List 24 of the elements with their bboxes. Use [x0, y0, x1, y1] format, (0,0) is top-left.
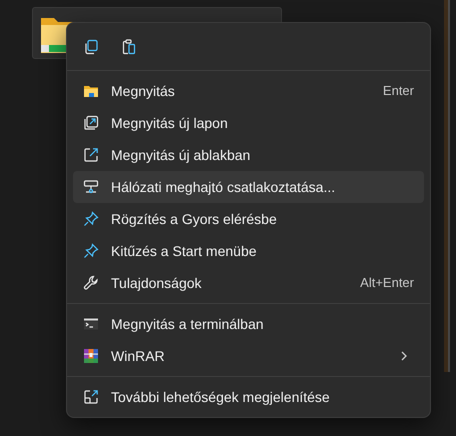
menu-item[interactable]: Megnyitás a terminálban — [73, 308, 424, 340]
terminal-icon — [83, 316, 99, 332]
menu-item[interactable]: Rögzítés a Gyors elérésbe — [73, 203, 424, 235]
paste-icon — [121, 38, 137, 54]
wrench-icon — [83, 275, 99, 291]
menu-item[interactable]: Hálózati meghajtó csatlakoztatása... — [73, 171, 424, 203]
menu-item[interactable]: Megnyitás új ablakban — [73, 139, 424, 171]
shortcut-label: Alt+Enter — [360, 274, 414, 292]
pin-icon — [83, 211, 99, 227]
menu-item[interactable]: További lehetőségek megjelenítése — [73, 381, 424, 413]
menu-item[interactable]: Megnyitás új lapon — [73, 107, 424, 139]
archive-books-icon — [83, 348, 99, 364]
new-tab-icon — [83, 115, 99, 131]
pin-icon — [83, 243, 99, 259]
more-options-icon — [83, 389, 99, 405]
menu-item[interactable]: WinRAR — [73, 340, 424, 372]
menu-item[interactable]: Megnyitás Enter — [73, 75, 424, 107]
open-external-icon — [83, 147, 99, 163]
copy-icon — [83, 38, 99, 54]
folder-icon — [83, 83, 99, 99]
network-drive-icon — [83, 179, 99, 195]
shortcut-label: Enter — [382, 82, 414, 100]
menu-item[interactable]: Kitűzés a Start menübe — [73, 235, 424, 267]
menu-item[interactable]: Tulajdonságok Alt+Enter — [73, 267, 424, 299]
